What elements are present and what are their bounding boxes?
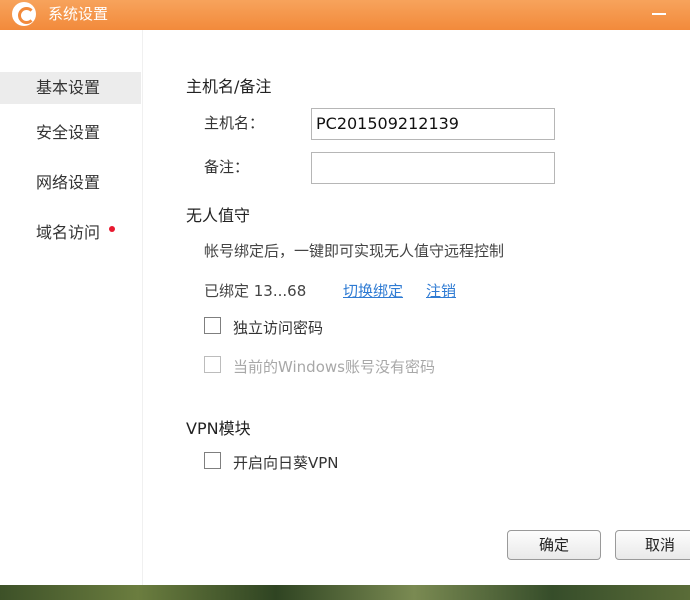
app-logo-icon <box>12 2 36 26</box>
hostname-input[interactable]: PC201509212139 <box>311 108 555 140</box>
window-title: 系统设置 <box>48 5 109 23</box>
logout-link[interactable]: 注销 <box>426 280 456 301</box>
sidebar-item-label: 安全设置 <box>36 123 101 142</box>
vpn-option-row: 开启向日葵VPN <box>143 450 690 470</box>
sidebar-item-domain[interactable]: 域名访问 <box>0 217 141 249</box>
independent-password-checkbox[interactable] <box>204 317 221 334</box>
unattended-description: 帐号绑定后，一键即可实现无人值守远程控制 <box>204 242 505 260</box>
desktop-background-strip <box>0 585 690 600</box>
vpn-checkbox[interactable] <box>204 452 221 469</box>
bound-account-text: 已绑定 13...68 <box>204 282 307 300</box>
switch-binding-link[interactable]: 切换绑定 <box>343 280 403 301</box>
section-title-unattended: 无人值守 <box>186 206 251 225</box>
section-title-vpn: VPN模块 <box>186 419 251 438</box>
sidebar-item-label: 域名访问 <box>36 223 101 242</box>
sidebar-item-network[interactable]: 网络设置 <box>0 167 141 199</box>
sidebar-item-label: 网络设置 <box>36 173 101 192</box>
ok-button[interactable]: 确定 <box>507 530 601 560</box>
vpn-option-label: 开启向日葵VPN <box>233 454 339 470</box>
section-title-host: 主机名/备注 <box>186 77 272 96</box>
independent-password-label: 独立访问密码 <box>233 319 324 337</box>
sidebar-item-basic[interactable]: 基本设置 <box>0 72 141 104</box>
minimize-button[interactable] <box>652 13 666 15</box>
settings-panel: 主机名/备注 主机名： PC201509212139 备注： 无人值守 帐号绑定… <box>143 30 690 585</box>
notification-dot-icon <box>109 226 115 232</box>
title-bar: 系统设置 <box>0 0 690 30</box>
windows-no-password-label: 当前的Windows账号没有密码 <box>233 358 435 376</box>
hostname-label: 主机名： <box>204 114 265 132</box>
cancel-button[interactable]: 取消 <box>615 530 690 560</box>
note-input[interactable] <box>311 152 555 184</box>
windows-no-password-checkbox[interactable] <box>204 356 221 373</box>
note-label: 备注： <box>204 158 250 176</box>
sidebar-item-security[interactable]: 安全设置 <box>0 117 141 149</box>
sidebar: 基本设置 安全设置 网络设置 域名访问 <box>0 30 143 585</box>
sidebar-item-label: 基本设置 <box>36 78 101 97</box>
